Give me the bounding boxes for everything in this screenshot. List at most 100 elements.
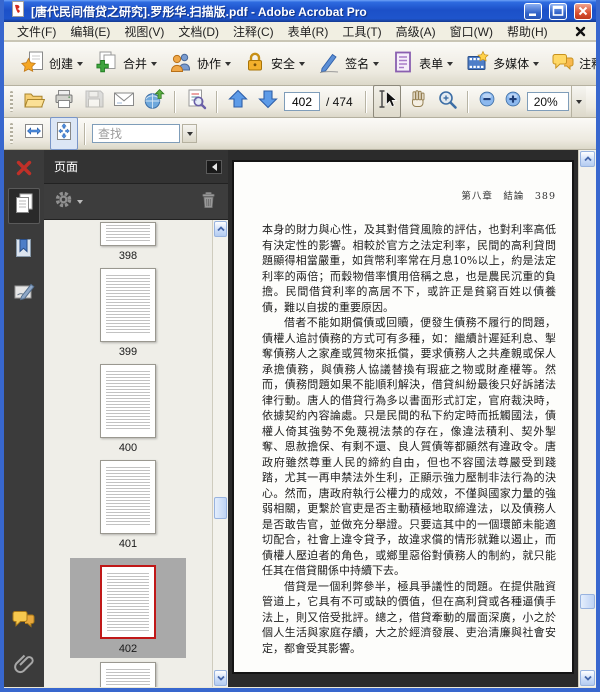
scrollbar-thumb[interactable]: [580, 593, 595, 609]
email-icon: [113, 88, 135, 115]
hand-tool-icon: [406, 88, 428, 115]
hand-tool-button[interactable]: [403, 85, 431, 118]
attachments-panel-button[interactable]: [8, 647, 40, 683]
minimize-button[interactable]: [524, 2, 542, 20]
marquee-zoom-button[interactable]: [433, 85, 461, 118]
delete-pages-button[interactable]: [199, 190, 218, 214]
email-button[interactable]: [110, 85, 138, 118]
comments-panel-icon: [11, 606, 37, 637]
menu-forms[interactable]: 表单(R): [281, 22, 336, 41]
menu-view[interactable]: 视图(V): [117, 22, 171, 41]
thumbnail-399[interactable]: 399: [100, 268, 156, 358]
thumbnail-page-image[interactable]: [100, 268, 156, 342]
attachments-icon: [11, 650, 37, 681]
menu-advanced[interactable]: 高级(A): [389, 22, 443, 41]
chevron-down-icon: [447, 61, 454, 66]
panel-scrollbar[interactable]: [212, 220, 228, 687]
trash-icon: [199, 191, 218, 213]
scroll-up-icon[interactable]: [580, 151, 595, 167]
upload-button[interactable]: [140, 85, 168, 118]
forms-button[interactable]: 表单: [385, 47, 459, 80]
print-icon: [53, 88, 75, 115]
panel-options-button[interactable]: [54, 190, 83, 214]
menu-document[interactable]: 文档(D): [171, 22, 226, 41]
thumbnail-402-selected[interactable]: 402: [70, 558, 186, 658]
multimedia-button-label: 多媒体: [493, 57, 530, 71]
scroll-down-icon[interactable]: [214, 670, 227, 686]
page-total-label: / 474: [326, 94, 353, 109]
collapse-panel-button[interactable]: [206, 159, 222, 174]
search-button[interactable]: [182, 85, 210, 118]
thumbnail-label: 398: [118, 250, 138, 262]
zoom-in-button[interactable]: [501, 87, 525, 116]
combine-icon: [95, 50, 119, 77]
pages-panel: 页面 398 399 400 401 402: [44, 150, 228, 687]
previous-page-button[interactable]: [224, 85, 252, 118]
create-button[interactable]: 创建: [15, 47, 89, 80]
zoom-dropdown-button[interactable]: [570, 86, 586, 117]
scrollbar-thumb[interactable]: [214, 496, 227, 519]
document-scrollbar[interactable]: [578, 150, 596, 687]
zoom-out-button[interactable]: [475, 87, 499, 116]
select-tool-button[interactable]: [372, 85, 401, 118]
bookmarks-panel-button[interactable]: [8, 232, 40, 268]
multimedia-button[interactable]: 多媒体: [459, 47, 545, 80]
thumbnail-page-image[interactable]: [100, 222, 156, 246]
title-bar: [唐代民间借贷之研究].罗彤华.扫描版.pdf - Adobe Acrobat …: [4, 0, 596, 22]
scroll-up-icon[interactable]: [214, 221, 227, 237]
thumbnail-list: 398 399 400 401 402: [44, 220, 212, 687]
security-button[interactable]: 安全: [237, 47, 311, 80]
thumbnail-400[interactable]: 400: [100, 364, 156, 454]
comment-button[interactable]: 注释: [545, 47, 596, 80]
create-button-label: 创建: [49, 57, 74, 71]
maximize-button[interactable]: [549, 2, 567, 20]
fit-width-button[interactable]: [20, 117, 48, 150]
panel-title: 页面: [54, 160, 79, 174]
thumbnail-page-image[interactable]: [100, 565, 156, 639]
close-button[interactable]: [574, 2, 592, 20]
forms-button-label: 表单: [419, 57, 444, 71]
navigation-strip: [4, 150, 44, 687]
tasks-toolbar: 创建 合并 协作 安全 签名 表单 多媒体 注: [4, 42, 596, 86]
print-button[interactable]: [50, 85, 78, 118]
zoom-out-icon: [478, 90, 496, 113]
find-input[interactable]: [92, 124, 180, 143]
combine-button[interactable]: 合并: [89, 47, 163, 80]
thumbnail-page-image[interactable]: [100, 364, 156, 438]
toolbar-gripper[interactable]: [10, 122, 13, 145]
scrollbar-track[interactable]: [213, 238, 228, 669]
fit-page-button[interactable]: [50, 117, 78, 150]
open-button[interactable]: [20, 85, 48, 118]
window-title: [唐代民间借贷之研究].罗彤华.扫描版.pdf - Adobe Acrobat …: [31, 4, 367, 19]
toolbar-gripper[interactable]: [10, 90, 13, 113]
page-number-input[interactable]: [284, 92, 320, 111]
find-dropdown-button[interactable]: [182, 124, 197, 143]
comment-icon: [551, 50, 575, 77]
thumbnail-403[interactable]: [100, 662, 156, 687]
chevron-down-icon: [186, 131, 193, 136]
scrollbar-track[interactable]: [579, 168, 596, 669]
pages-panel-button[interactable]: [8, 188, 40, 224]
scroll-down-icon[interactable]: [580, 670, 595, 686]
menu-tools[interactable]: 工具(T): [335, 22, 388, 41]
menu-help[interactable]: 帮助(H): [500, 22, 555, 41]
menu-file[interactable]: 文件(F): [10, 22, 63, 41]
close-document-icon[interactable]: [571, 26, 590, 37]
next-page-button[interactable]: [254, 85, 282, 118]
thumbnail-page-image[interactable]: [100, 460, 156, 534]
thumbnail-page-image[interactable]: [100, 662, 156, 687]
zoom-level-combobox[interactable]: 20%: [526, 92, 569, 111]
menu-comments[interactable]: 注释(C): [226, 22, 281, 41]
sign-button[interactable]: 签名: [311, 47, 385, 80]
collaborate-button[interactable]: 协作: [163, 47, 237, 80]
fit-width-icon: [23, 120, 45, 147]
menu-bar: 文件(F) 编辑(E) 视图(V) 文档(D) 注释(C) 表单(R) 工具(T…: [4, 22, 596, 42]
menu-window[interactable]: 窗口(W): [443, 22, 500, 41]
thumbnail-398[interactable]: 398: [100, 222, 156, 262]
thumbnail-401[interactable]: 401: [100, 460, 156, 550]
create-icon: [20, 50, 45, 77]
close-panel-button[interactable]: [7, 152, 41, 184]
menu-edit[interactable]: 编辑(E): [63, 22, 117, 41]
comments-panel-button[interactable]: [8, 603, 40, 639]
signatures-panel-button[interactable]: [8, 276, 40, 312]
